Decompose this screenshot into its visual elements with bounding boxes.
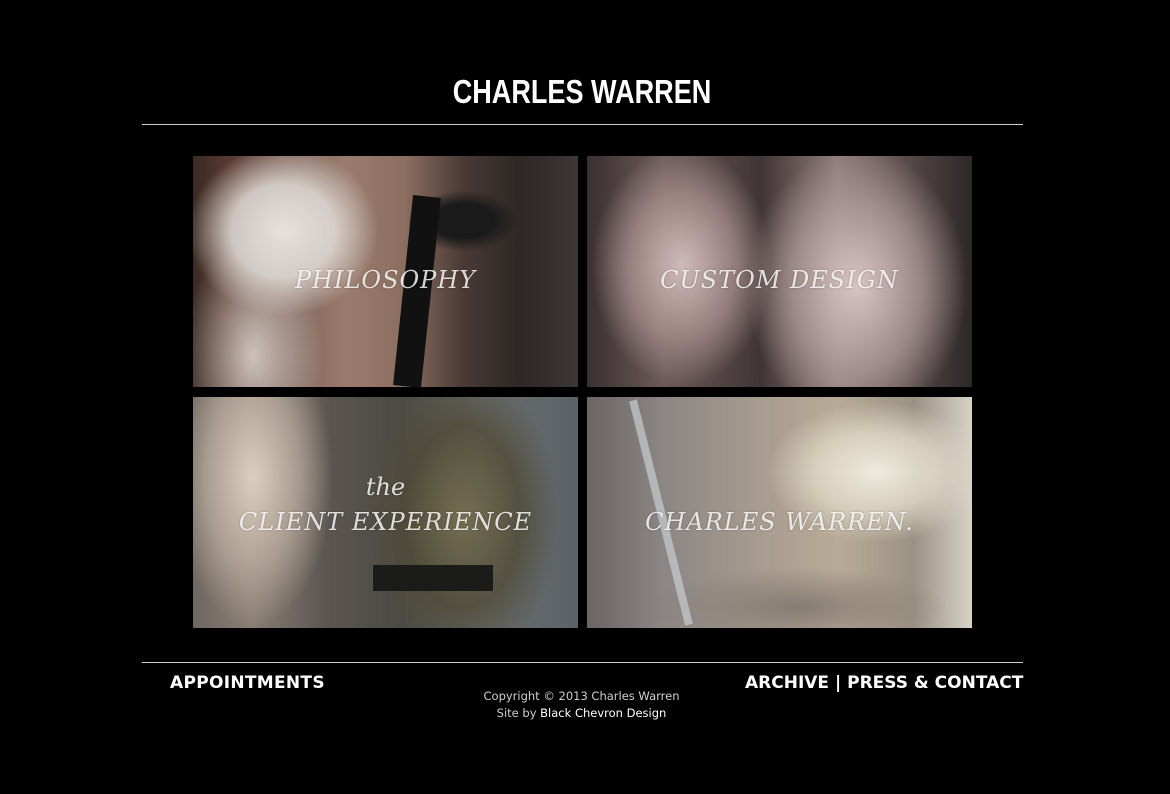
- charles-warren-caption: CHARLES WARREN.: [645, 508, 914, 536]
- press-contact-link[interactable]: PRESS & CONTACT: [847, 673, 1023, 693]
- header-divider: [142, 124, 1023, 125]
- archive-link[interactable]: ARCHIVE: [745, 673, 829, 693]
- philosophy-caption: PHILOSOPHY: [294, 266, 477, 294]
- belt-shape: [373, 565, 493, 591]
- footer-right-links: ARCHIVE | PRESS & CONTACT: [745, 672, 1023, 694]
- copyright-block: Copyright © 2013 Charles Warren Site by …: [480, 688, 683, 722]
- charles-warren-tile[interactable]: CHARLES WARREN.: [587, 397, 972, 628]
- site-credit-prefix: Site by: [496, 706, 537, 720]
- philosophy-tile[interactable]: PHILOSOPHY: [193, 156, 578, 387]
- appointments-link[interactable]: APPOINTMENTS: [170, 672, 325, 694]
- footer-divider: [142, 662, 1023, 663]
- site-title[interactable]: CHARLES WARREN: [105, 72, 1059, 112]
- client-experience-tile[interactable]: the CLIENT EXPERIENCE: [193, 397, 578, 628]
- designer-link[interactable]: Black Chevron Design: [540, 706, 666, 720]
- client-experience-caption-the: the: [365, 473, 406, 501]
- custom-design-caption: CUSTOM DESIGN: [660, 266, 899, 294]
- copyright-text: Copyright © 2013 Charles Warren: [483, 689, 680, 703]
- site-credit: Site by Black Chevron Design: [480, 705, 683, 722]
- client-experience-caption: CLIENT EXPERIENCE: [238, 508, 533, 536]
- link-separator: |: [834, 673, 842, 693]
- custom-design-tile[interactable]: CUSTOM DESIGN: [587, 156, 972, 387]
